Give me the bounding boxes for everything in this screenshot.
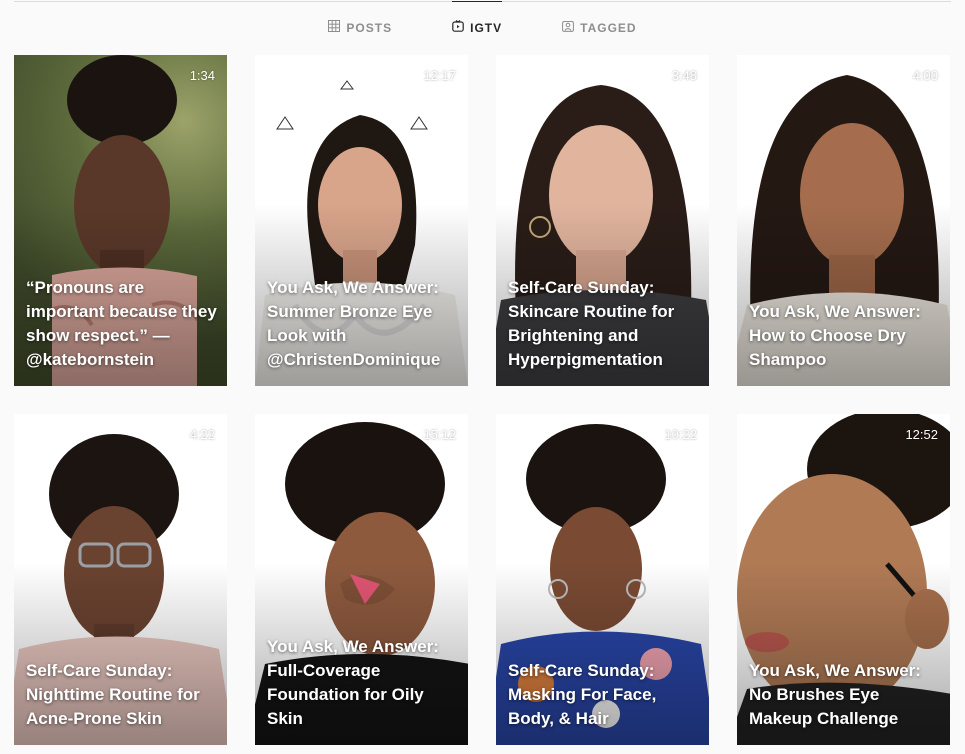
igtv-video-card[interactable]: 4:22 Self-Care Sunday: Nighttime Routine…: [14, 414, 227, 745]
video-duration: 12:52: [905, 427, 938, 442]
igtv-video-card[interactable]: 4:00 You Ask, We Answer: How to Choose D…: [737, 55, 950, 386]
tab-label: IGTV: [470, 20, 503, 35]
tab-tagged[interactable]: TAGGED: [562, 0, 636, 55]
video-duration: 4:00: [912, 68, 938, 83]
video-duration: 1:34: [189, 68, 215, 83]
igtv-video-card[interactable]: 15:12 You Ask, We Answer: Full-Coverage …: [255, 414, 468, 745]
igtv-video-card[interactable]: 12:17 You Ask, We Answer: Summer Bronze …: [255, 55, 468, 386]
tab-label: TAGGED: [580, 20, 637, 35]
video-title: Self-Care Sunday: Skincare Routine for B…: [508, 278, 675, 369]
video-title: You Ask, We Answer: Summer Bronze Eye Lo…: [267, 278, 441, 369]
video-title: You Ask, We Answer: No Brushes Eye Makeu…: [749, 661, 921, 728]
video-title: Self-Care Sunday: Masking For Face, Body…: [508, 661, 657, 728]
video-title: “Pronouns are important because they sho…: [26, 278, 217, 369]
igtv-video-card[interactable]: 12:52 You Ask, We Answer: No Brushes Eye…: [737, 414, 950, 745]
tab-posts[interactable]: POSTS: [328, 0, 392, 55]
video-title: You Ask, We Answer: How to Choose Dry Sh…: [749, 302, 921, 369]
igtv-icon: [452, 20, 464, 35]
igtv-video-grid: 1:34 “Pronouns are important because the…: [14, 55, 950, 745]
igtv-video-card[interactable]: 3:48 Self-Care Sunday: Skincare Routine …: [496, 55, 709, 386]
video-duration: 4:22: [189, 427, 215, 442]
grid-icon: [328, 20, 341, 35]
profile-tabs: POSTS IGTV TAGGED: [0, 0, 965, 55]
tab-igtv[interactable]: IGTV: [452, 0, 503, 55]
video-duration: 12:17: [423, 68, 456, 83]
video-title: Self-Care Sunday: Nighttime Routine for …: [26, 661, 200, 728]
igtv-video-card[interactable]: 1:34 “Pronouns are important because the…: [14, 55, 227, 386]
tagged-icon: [562, 20, 575, 35]
video-title: You Ask, We Answer: Full-Coverage Founda…: [267, 637, 439, 728]
video-duration: 15:12: [423, 427, 456, 442]
video-duration: 10:22: [664, 427, 697, 442]
tab-label: POSTS: [346, 20, 393, 35]
igtv-video-card[interactable]: 10:22 Self-Care Sunday: Masking For Face…: [496, 414, 709, 745]
video-duration: 3:48: [671, 68, 697, 83]
